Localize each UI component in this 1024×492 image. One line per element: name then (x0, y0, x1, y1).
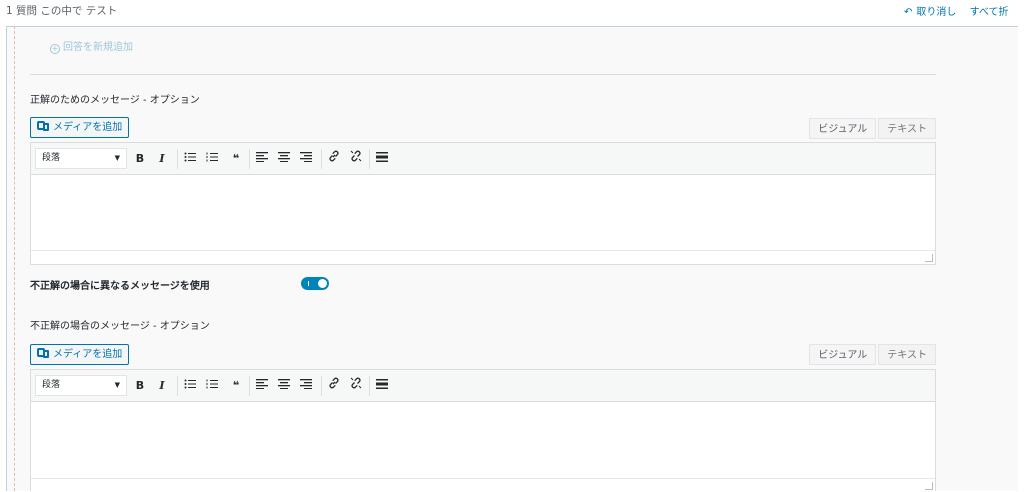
toolbar-separator (369, 376, 370, 396)
align-center-icon (278, 379, 290, 389)
toggle-knob (318, 279, 327, 288)
unlink-icon (350, 377, 362, 389)
incorrect-message-label: 不正解の場合のメッセージ - オプション (30, 321, 210, 332)
editor-statusbar (31, 250, 935, 264)
toolbar-separator (249, 376, 250, 396)
resize-handle-icon[interactable] (925, 482, 933, 490)
align-right-button[interactable] (297, 376, 315, 396)
align-left-button[interactable] (253, 149, 271, 169)
align-right-button[interactable] (297, 149, 315, 169)
section-divider (30, 74, 936, 75)
numbered-list-button[interactable] (203, 376, 221, 396)
italic-button[interactable]: I (153, 149, 171, 169)
undo-label: 取り消し (916, 7, 957, 18)
unlink-button[interactable] (347, 376, 365, 396)
link-button[interactable] (325, 376, 343, 396)
align-left-icon (256, 152, 268, 162)
unlink-icon (350, 150, 362, 162)
link-icon (329, 150, 339, 162)
editor-toolbar: 段落 ▼ B I ❝ (31, 143, 935, 175)
format-select-value: 段落 (42, 153, 61, 163)
media-icon (37, 347, 49, 359)
tab-visual[interactable]: ビジュアル (809, 118, 877, 139)
format-select[interactable]: 段落 ▼ (35, 375, 127, 396)
tab-text[interactable]: テキスト (878, 118, 936, 139)
numbered-list-icon (206, 152, 218, 162)
add-answer-button[interactable]: + 回答を新規追加 (50, 38, 133, 54)
numbered-list-button[interactable] (203, 149, 221, 169)
align-left-icon (256, 379, 268, 389)
editor-mode-tabs: ビジュアル テキスト (807, 118, 936, 139)
toolbar-separator (177, 376, 178, 396)
incorrect-toggle-label: 不正解の場合に異なるメッセージを使用 (30, 281, 210, 292)
numbered-list-icon (206, 379, 218, 389)
align-center-button[interactable] (275, 149, 293, 169)
bold-button[interactable]: B (131, 149, 149, 169)
unlink-button[interactable] (347, 149, 365, 169)
toolbar-separator (321, 149, 322, 169)
editor-mode-tabs: ビジュアル テキスト (807, 344, 936, 365)
media-icon (37, 120, 49, 132)
bullet-list-button[interactable] (181, 376, 199, 396)
add-answer-label: 回答を新規追加 (63, 42, 133, 53)
link-icon (329, 377, 339, 389)
chevron-down-icon: ▼ (114, 154, 120, 162)
tab-text[interactable]: テキスト (878, 344, 936, 365)
align-center-icon (278, 152, 290, 162)
align-right-icon (300, 379, 312, 389)
add-media-label: メディアを追加 (53, 122, 123, 133)
format-select-value: 段落 (42, 380, 61, 390)
kitchen-sink-icon (376, 152, 388, 162)
correct-message-label: 正解のためのメッセージ - オプション (30, 95, 200, 106)
align-center-button[interactable] (275, 376, 293, 396)
blockquote-button[interactable]: ❝ (227, 376, 245, 396)
bold-button[interactable]: B (131, 376, 149, 396)
link-button[interactable] (325, 149, 343, 169)
bullet-list-icon (184, 379, 196, 389)
divider (14, 26, 15, 491)
toolbar-separator (249, 149, 250, 169)
tab-visual[interactable]: ビジュアル (809, 344, 877, 365)
undo-button[interactable]: ↶ 取り消し (904, 7, 956, 18)
different-message-toggle[interactable] (301, 277, 329, 290)
add-media-button[interactable]: メディアを追加 (30, 117, 130, 138)
header-actions: ↶ 取り消し すべて折 (904, 3, 1024, 18)
question-title: 1 質問 この中で テスト (6, 5, 118, 17)
editor-content-area[interactable] (31, 402, 935, 478)
resize-handle-icon[interactable] (925, 254, 933, 262)
expand-all-button[interactable]: すべて折 (970, 7, 1009, 18)
undo-icon: ↶ (904, 7, 913, 18)
incorrect-message-editor: 段落 ▼ B I ❝ (30, 369, 936, 491)
blockquote-button[interactable]: ❝ (227, 149, 245, 169)
plus-circle-icon: + (50, 44, 60, 54)
editor-toolbar: 段落 ▼ B I ❝ (31, 370, 935, 402)
question-header: 1 質問 この中で テスト ↶ 取り消し すべて折 (0, 0, 1024, 22)
add-media-label: メディアを追加 (53, 349, 123, 360)
editor-content-area[interactable] (31, 175, 935, 250)
kitchen-sink-icon (376, 379, 388, 389)
align-left-button[interactable] (253, 376, 271, 396)
bullet-list-button[interactable] (181, 149, 199, 169)
toolbar-toggle-button[interactable] (373, 149, 391, 169)
toolbar-toggle-button[interactable] (373, 376, 391, 396)
add-media-button[interactable]: メディアを追加 (30, 344, 130, 365)
toggle-on-indicator (308, 281, 309, 286)
toolbar-separator (369, 149, 370, 169)
format-select[interactable]: 段落 ▼ (35, 148, 127, 169)
toolbar-separator (177, 149, 178, 169)
toolbar-separator (321, 376, 322, 396)
correct-message-editor: 段落 ▼ B I ❝ (30, 142, 936, 265)
editor-statusbar (31, 478, 935, 492)
italic-button[interactable]: I (153, 376, 171, 396)
bullet-list-icon (184, 152, 196, 162)
align-right-icon (300, 152, 312, 162)
chevron-down-icon: ▼ (114, 381, 120, 389)
